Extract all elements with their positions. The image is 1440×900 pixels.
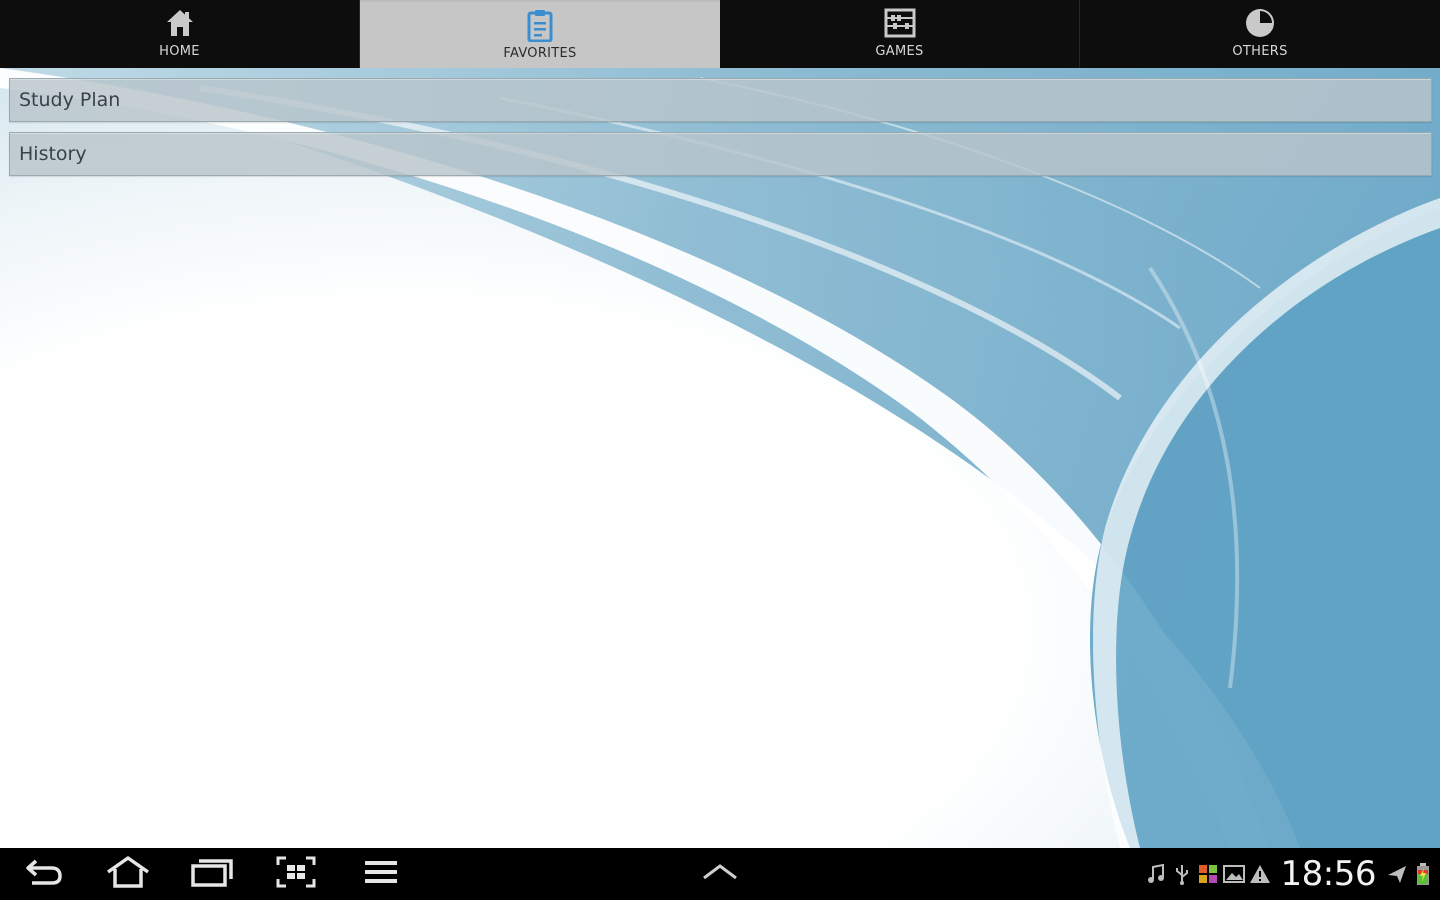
tab-others[interactable]: OTHERS	[1080, 0, 1440, 68]
menu-button[interactable]	[351, 854, 411, 894]
battery-charging-icon	[1412, 863, 1434, 885]
tab-others-label: OTHERS	[1232, 44, 1288, 59]
abacus-icon	[883, 6, 917, 40]
status-area[interactable]: 18:56	[1141, 848, 1434, 900]
music-icon	[1145, 863, 1167, 885]
airplane-icon	[1386, 863, 1408, 885]
home-button[interactable]	[98, 854, 158, 894]
clipboard-icon	[523, 8, 557, 42]
tab-home-label: HOME	[159, 44, 200, 59]
back-button[interactable]	[14, 854, 74, 894]
gallery-icon	[1222, 863, 1245, 885]
back-icon	[22, 855, 66, 893]
recent-apps-button[interactable]	[182, 854, 242, 894]
expand-tray-button[interactable]	[690, 854, 750, 894]
apps-grid-icon	[1197, 863, 1219, 885]
app-window: HOME FAVORITES GAMES OTHERS Study Plan H…	[0, 0, 1440, 900]
tab-home[interactable]: HOME	[0, 0, 360, 68]
list-item-study-plan[interactable]: Study Plan	[9, 78, 1432, 122]
home-icon	[163, 6, 197, 40]
top-tab-bar: HOME FAVORITES GAMES OTHERS	[0, 0, 1440, 68]
screenshot-button[interactable]	[266, 854, 326, 894]
list-item-label: Study Plan	[19, 89, 121, 111]
tab-games-label: GAMES	[875, 44, 924, 59]
list-item-label: History	[19, 143, 87, 165]
home-icon	[104, 855, 152, 893]
favorites-list: Study Plan History	[9, 78, 1432, 186]
usb-icon	[1171, 863, 1193, 885]
tab-games[interactable]: GAMES	[720, 0, 1080, 68]
screenshot-icon	[275, 855, 317, 893]
tab-favorites[interactable]: FAVORITES	[360, 0, 720, 68]
tab-favorites-label: FAVORITES	[503, 46, 577, 61]
list-item-history[interactable]: History	[9, 132, 1432, 176]
warning-icon	[1249, 863, 1271, 885]
status-clock: 18:56	[1280, 854, 1377, 894]
system-navigation-bar: 18:56	[0, 848, 1440, 900]
chevron-up-icon	[700, 862, 740, 886]
recent-apps-icon	[189, 855, 235, 893]
pie-icon	[1243, 6, 1277, 40]
menu-icon	[363, 858, 399, 890]
